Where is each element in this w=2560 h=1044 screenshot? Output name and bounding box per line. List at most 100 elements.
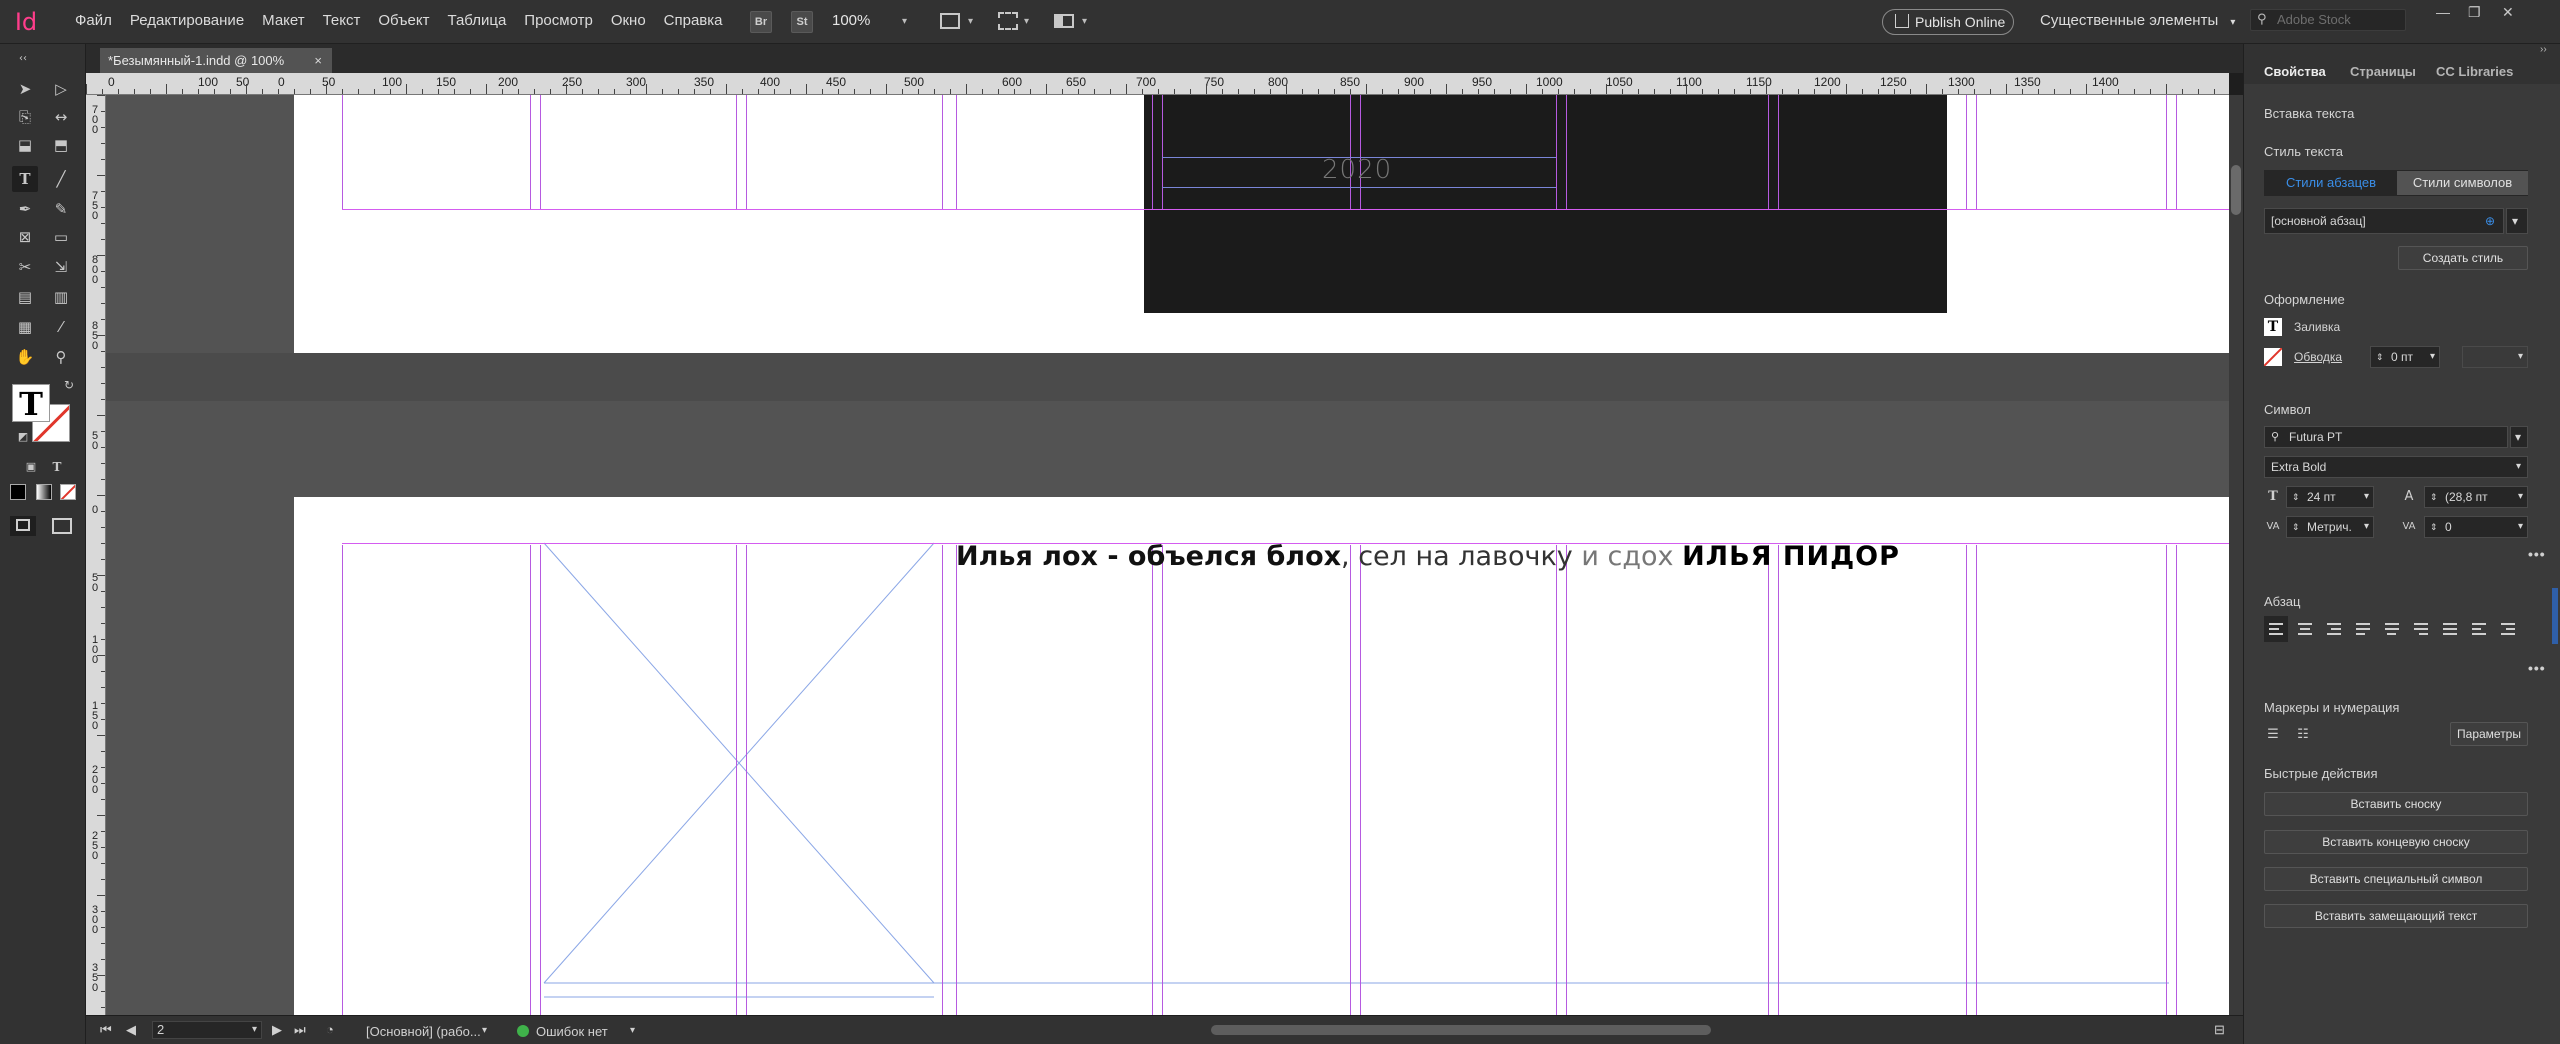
apply-none-icon[interactable] [60, 484, 76, 500]
horizontal-ruler[interactable]: 0 100 50 0 50 100 150 200 250 300 350 400 450 500 600 6… [86, 73, 2229, 95]
new-style-icon[interactable]: ⊕ [2485, 209, 2495, 233]
vertical-scroll-thumb[interactable] [2231, 165, 2241, 215]
page-2[interactable] [294, 497, 2229, 1015]
prev-page-icon[interactable]: ◀ [126, 1022, 136, 1038]
fill-text-icon[interactable]: T [2264, 318, 2282, 336]
eyedropper-tool-icon[interactable]: ⁄ [48, 314, 74, 340]
view-options-dropdown-icon[interactable]: ▾ [1024, 16, 1029, 27]
pencil-tool-icon[interactable]: ✎ [48, 196, 74, 222]
align-left-icon[interactable] [2264, 616, 2288, 642]
pen-tool-icon[interactable]: ✒ [12, 196, 38, 222]
adobe-stock-search-input[interactable]: ⚲ Adobe Stock [2250, 9, 2406, 31]
maximize-icon[interactable]: ❐ [2468, 4, 2481, 21]
view-options-icon[interactable] [998, 12, 1018, 30]
preflight-icon[interactable]: ◔ [326, 1022, 334, 1037]
direct-selection-tool-icon[interactable]: ▷ [48, 76, 74, 102]
font-family-dropdown-icon[interactable]: ▾ [2510, 426, 2528, 448]
stroke-stepper-icon[interactable]: ⇕ [2376, 347, 2384, 367]
content-placer-icon[interactable]: ⬒ [48, 132, 74, 158]
font-style-select[interactable]: Extra Bold ▾ [2264, 456, 2528, 478]
scissors-tool-icon[interactable]: ✂ [12, 254, 38, 280]
black-rectangle[interactable] [1144, 95, 1947, 313]
errors-dropdown-icon[interactable]: ▾ [630, 1025, 635, 1036]
selection-tool-icon[interactable]: ➤ [12, 76, 38, 102]
tracking-input[interactable]: ⇕ 0 ▾ [2424, 516, 2528, 538]
arrange-dropdown-icon[interactable]: ▾ [1082, 16, 1087, 27]
insert-placeholder-text-button[interactable]: Вставить замещающий текст [2264, 904, 2528, 928]
apply-color-icon[interactable] [10, 484, 26, 500]
next-page-icon[interactable]: ▶ [272, 1022, 282, 1038]
menu-view[interactable]: Просмотр [515, 12, 602, 29]
bulleted-list-icon[interactable]: ☰ [2264, 726, 2282, 744]
menu-edit[interactable]: Редактирование [121, 12, 253, 29]
stroke-weight-input[interactable]: ⇕ 0 пт ▾ [2370, 346, 2440, 368]
justify-right-icon[interactable] [2409, 616, 2433, 642]
leading-input[interactable]: ⇕ (28,8 пт ▾ [2424, 486, 2528, 508]
zoom-level[interactable]: 100% [832, 12, 870, 29]
content-collector-icon[interactable]: ⬓ [12, 132, 38, 158]
last-page-icon[interactable]: ⏭ [294, 1022, 306, 1038]
leading-stepper-icon[interactable]: ⇕ [2430, 487, 2438, 507]
menu-type[interactable]: Текст [314, 12, 370, 29]
arrange-documents-icon[interactable] [1054, 14, 1074, 28]
horizontal-scroll-thumb[interactable] [1211, 1025, 1711, 1035]
create-style-button[interactable]: Создать стиль [2398, 246, 2528, 270]
stroke-none-icon[interactable] [2264, 348, 2282, 366]
default-colors-icon[interactable]: ◩ [10, 424, 36, 450]
align-center-icon[interactable] [2293, 616, 2317, 642]
publish-online-button[interactable]: Publish Online [1882, 9, 2014, 35]
paragraph-style-dropdown-icon[interactable]: ▾ [2506, 208, 2528, 234]
collapse-right-panel-icon[interactable]: ›› [2540, 44, 2547, 55]
paragraph-style-select[interactable]: [основной абзац] ⊕ [2264, 208, 2504, 234]
formatting-container-icon[interactable]: ▣ [18, 454, 44, 480]
align-right-icon[interactable] [2322, 616, 2346, 642]
text-frame[interactable]: Илья лох - объелся блох, сел на лавочку … [956, 541, 1900, 572]
zoom-tool-icon[interactable]: ⚲ [48, 344, 74, 370]
justify-left-icon[interactable] [2351, 616, 2375, 642]
menu-window[interactable]: Окно [602, 12, 655, 29]
tab-cc-libraries[interactable]: CC Libraries [2436, 64, 2513, 79]
kerning-stepper-icon[interactable]: ⇕ [2292, 517, 2300, 537]
vertical-ruler[interactable]: 700 750 800 850 50 0 50 100 150 200 250 300 350 [86, 95, 106, 1015]
font-size-input[interactable]: ⇕ 24 пт ▾ [2286, 486, 2374, 508]
type-tool-icon[interactable]: T [12, 166, 38, 192]
minimize-icon[interactable]: — [2436, 4, 2450, 20]
vertical-scrollbar[interactable] [2229, 95, 2243, 1015]
menu-table[interactable]: Таблица [438, 12, 515, 29]
bullets-parameters-button[interactable]: Параметры [2450, 722, 2528, 746]
gradient-swatch-tool-icon[interactable]: ▤ [12, 284, 38, 310]
align-towards-spine-icon[interactable] [2467, 616, 2491, 642]
stroke-label[interactable]: Обводка [2294, 350, 2342, 364]
fill-swatch[interactable]: T [12, 384, 50, 423]
document-tab[interactable]: *Безымянный-1.indd @ 100% × [100, 48, 332, 74]
errors-label[interactable]: Ошибок нет [536, 1024, 608, 1039]
year-text[interactable]: 2020 [1322, 155, 1392, 185]
first-page-icon[interactable]: ⏮ [100, 1022, 112, 1038]
close-window-icon[interactable]: ✕ [2502, 4, 2514, 21]
tracking-stepper-icon[interactable]: ⇕ [2430, 517, 2438, 537]
more-paragraph-options-icon[interactable]: ••• [2528, 660, 2546, 676]
page-tool-icon[interactable]: ⎘ [12, 104, 38, 130]
bridge-button[interactable]: Br [750, 11, 772, 33]
tab-pages[interactable]: Страницы [2350, 64, 2416, 79]
font-family-select[interactable]: ⚲ Futura PT [2264, 426, 2508, 448]
split-layout-icon[interactable]: ⊟ [2214, 1022, 2225, 1038]
hand-tool-icon[interactable]: ✋ [12, 344, 38, 370]
zoom-dropdown-icon[interactable]: ▾ [902, 16, 907, 27]
stock-button[interactable]: St [791, 11, 813, 33]
workspace-switcher[interactable]: Существенные элементы ▾ [2040, 12, 2235, 29]
stroke-type-select[interactable]: ▾ [2462, 346, 2528, 368]
insert-endnote-button[interactable]: Вставить концевую сноску [2264, 830, 2528, 854]
numbered-list-icon[interactable]: ☷ [2294, 726, 2312, 744]
swap-fill-stroke-icon[interactable]: ↻ [56, 372, 82, 398]
justify-all-icon[interactable] [2438, 616, 2462, 642]
gradient-feather-tool-icon[interactable]: ▥ [48, 284, 74, 310]
master-dropdown-icon[interactable]: ▾ [482, 1025, 487, 1036]
insert-special-character-button[interactable]: Вставить специальный символ [2264, 867, 2528, 891]
screen-mode-icon[interactable] [940, 13, 960, 29]
screen-mode-dropdown-icon[interactable]: ▾ [968, 16, 973, 27]
gap-tool-icon[interactable]: ↔ [48, 104, 74, 130]
image-frame-placeholder[interactable] [294, 497, 2229, 1015]
kerning-select[interactable]: ⇕ Метрич. ▾ [2286, 516, 2374, 538]
tab-properties[interactable]: Свойства [2264, 64, 2326, 79]
